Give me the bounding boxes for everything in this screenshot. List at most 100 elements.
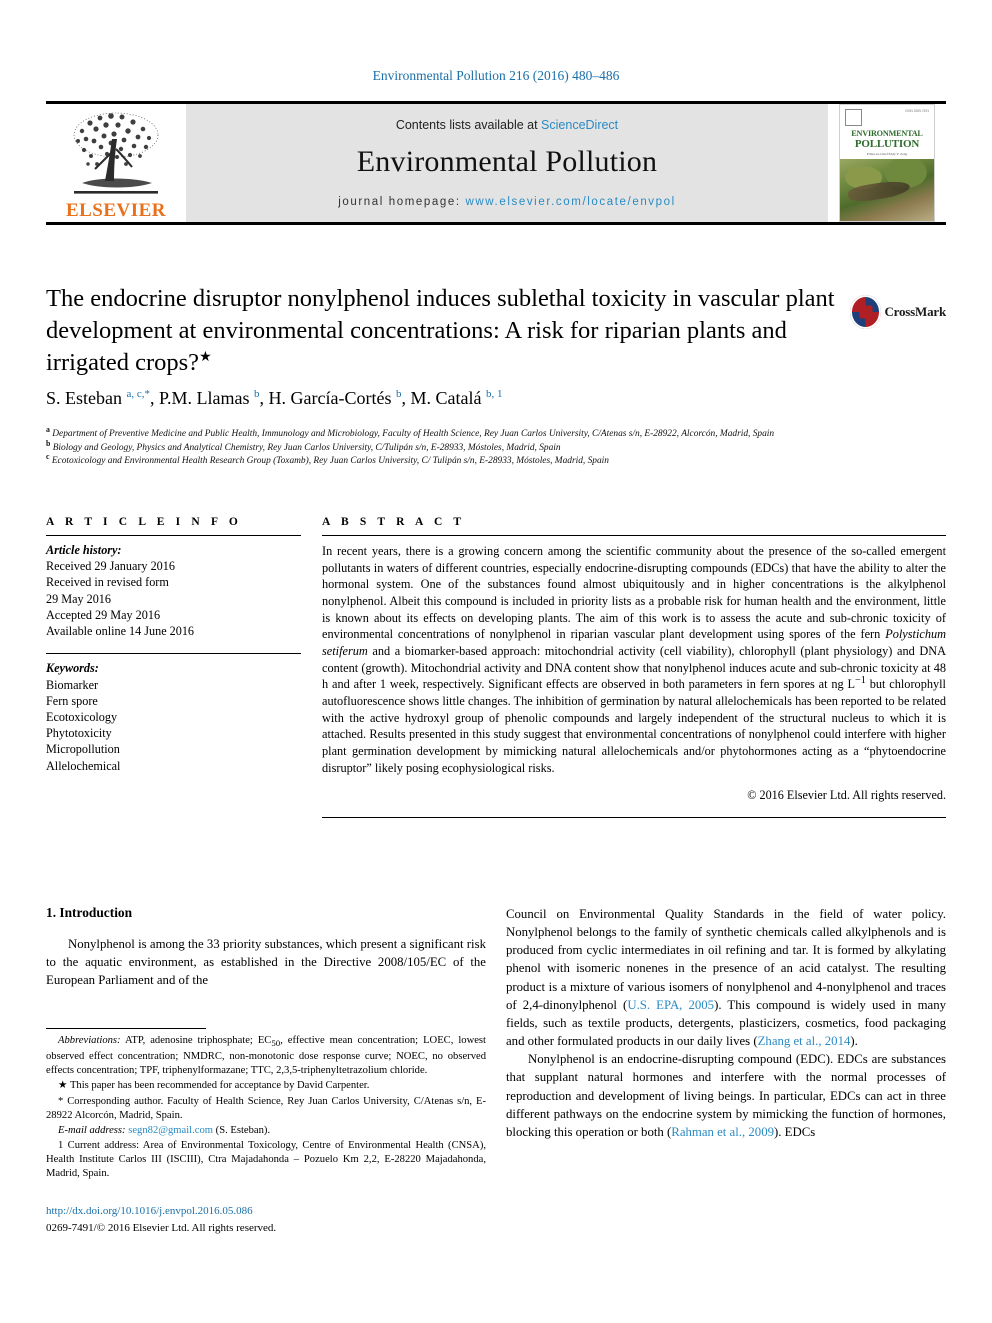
article-history-label: Article history: — [46, 543, 122, 557]
footnote-star-note: ★ This paper has been recommended for ac… — [58, 1080, 370, 1092]
abstract-panel: A B S T R A C T In recent years, there i… — [322, 516, 946, 819]
affiliation-item: c Ecotoxicology and Environmental Health… — [46, 452, 876, 469]
contents-prefix: Contents lists available at — [395, 118, 542, 132]
introduction-heading: 1. Introduction — [46, 905, 133, 920]
history-item: Accepted 29 May 2016 — [46, 607, 161, 622]
elsevier-logo: ELSEVIER — [46, 104, 186, 222]
article-title-marker: ★ — [199, 349, 212, 365]
article-info-panel: A R T I C L E I N F O Article history: R… — [46, 516, 301, 774]
body-left-column: 1. Introduction Nonylphenol is among the… — [46, 905, 486, 989]
contents-line: Contents lists available at ScienceDirec… — [396, 118, 618, 132]
introduction-paragraph-right-2: Nonylphenol is an endocrine-disrupting c… — [506, 1050, 946, 1141]
footnote-corresponding-author: * Corresponding author. Faculty of Healt… — [46, 1095, 486, 1121]
abstract-text: In recent years, there is a growing conc… — [322, 536, 946, 776]
keyword-item: Ecotoxicology — [46, 709, 118, 724]
introduction-paragraph-right-1: Council on Environmental Quality Standar… — [506, 905, 946, 1050]
journal-homepage-line: journal homepage: www.elsevier.com/locat… — [338, 196, 676, 208]
affiliation-text: Biology and Geology, Physics and Analyti… — [52, 442, 561, 453]
abstract-part-2: and a biomarker-based approach: mitochon… — [322, 643, 946, 692]
corresponding-marker[interactable]: * — [145, 388, 151, 400]
journal-title: Environmental Pollution — [356, 145, 658, 178]
keyword-item: Micropollution — [46, 742, 120, 757]
affiliation-marker: c — [46, 452, 50, 462]
journal-masthead: ELSEVIER Contents lists available at Sci… — [46, 101, 946, 225]
keywords-label: Keywords: — [46, 661, 99, 676]
article-title-text: The endocrine disruptor nonylphenol indu… — [46, 285, 835, 376]
abbreviations-label: Abbreviations: — [58, 1035, 121, 1046]
body-right-column: Council on Environmental Quality Standar… — [506, 905, 946, 1141]
footnote-block: Abbreviations: ATP, adenosine triphospha… — [46, 1028, 486, 1183]
author-affil-marker: b — [254, 388, 260, 400]
author-list: S. Esteban a, c,*, P.M. Llamas b, H. Gar… — [46, 388, 503, 408]
abstract-exponent: −1 — [855, 675, 866, 687]
keyword-item: Allelochemical — [46, 758, 121, 773]
author-affil-marker: b — [395, 388, 402, 400]
author-affil-marker: a, c, — [126, 388, 145, 400]
cover-subtitle: Editor-in-Chief Eddy Y. Zeng — [866, 152, 908, 157]
abstract-part-3: but chlorophyll autofluorescence shows l… — [322, 677, 946, 775]
title-block: The endocrine disruptor nonylphenol indu… — [46, 283, 946, 379]
affiliation-list: a Department of Preventive Medicine and … — [46, 424, 876, 469]
article-info-heading: A R T I C L E I N F O — [46, 516, 242, 528]
citation-link-zhang[interactable]: Zhang et al., 2014 — [758, 1034, 851, 1048]
crossmark-badge[interactable]: CrossMark — [850, 289, 946, 335]
footnote-rule — [46, 1028, 206, 1029]
footnote-current-address: 1 Current address: Area of Environmental… — [46, 1140, 486, 1180]
masthead-center: Contents lists available at ScienceDirec… — [186, 104, 828, 222]
article-page: Environmental Pollution 216 (2016) 480–4… — [0, 0, 992, 1323]
citation-link-us-epa[interactable]: U.S. EPA, 2005 — [627, 998, 714, 1012]
cover-photo — [840, 159, 934, 221]
cover-title-line2: POLLUTION — [854, 137, 920, 150]
footnote-abbreviations: Abbreviations: ATP, adenosine triphospha… — [46, 1034, 486, 1078]
history-item: Received in revised form — [46, 575, 169, 590]
citation-link-rahman[interactable]: Rahman et al., 2009 — [671, 1125, 774, 1139]
right-para2-b: ). EDCs — [774, 1124, 816, 1139]
issn-copyright-line: 0269-7491/© 2016 Elsevier Ltd. All right… — [46, 1221, 277, 1234]
history-item: 29 May 2016 — [46, 591, 111, 606]
homepage-label: journal homepage: — [338, 196, 466, 208]
elsevier-wordmark: ELSEVIER — [65, 200, 167, 221]
sciencedirect-link[interactable]: ScienceDirect — [541, 118, 618, 132]
introduction-paragraph-left: Nonylphenol is among the 33 priority sub… — [46, 937, 486, 988]
affiliation-text: Ecotoxicology and Environmental Health R… — [51, 456, 609, 467]
article-history-group: Article history: Received 29 January 201… — [46, 536, 301, 639]
keyword-item: Phytotoxicity — [46, 726, 112, 741]
footnote-email: E-mail address: segn82@gmail.com (S. Est… — [46, 1124, 486, 1138]
affiliation-item: a Department of Preventive Medicine and … — [46, 424, 876, 442]
affiliation-marker: a — [46, 424, 50, 434]
running-head: Environmental Pollution 216 (2016) 480–4… — [372, 68, 620, 83]
cover-corner-tag: ISSN 0269-7491 — [905, 109, 929, 113]
elsevier-tree-icon — [73, 112, 159, 194]
email-suffix: (S. Esteban). — [213, 1124, 271, 1136]
affiliation-item: b Biology and Geology, Physics and Analy… — [46, 438, 876, 456]
doi-link[interactable]: http://dx.doi.org/10.1016/j.envpol.2016.… — [46, 1203, 486, 1220]
abstract-bottom-rule — [322, 817, 946, 819]
abbreviations-subscript: 50 — [271, 1038, 281, 1049]
email-label: E-mail address: — [58, 1124, 126, 1136]
cover-elsevier-mark — [845, 109, 862, 126]
masthead-bottom-rule — [46, 222, 946, 225]
abstract-part-1: In recent years, there is a growing conc… — [322, 544, 946, 642]
affiliation-marker: b — [46, 438, 51, 448]
history-item: Available online 14 June 2016 — [46, 624, 195, 639]
email-link[interactable]: segn82@gmail.com — [128, 1125, 213, 1136]
keywords-group: Keywords: Biomarker Fern spore Ecotoxico… — [46, 654, 301, 774]
cover-title: ENVIRONMENTAL POLLUTION — [840, 129, 934, 150]
right-para1-c: ). — [850, 1034, 858, 1049]
abstract-copyright: © 2016 Elsevier Ltd. All rights reserved… — [747, 788, 946, 803]
crossmark-icon — [850, 295, 882, 329]
keyword-item: Biomarker — [46, 677, 99, 692]
abstract-heading: A B S T R A C T — [322, 516, 466, 528]
keyword-item: Fern spore — [46, 693, 98, 708]
article-title: The endocrine disruptor nonylphenol indu… — [46, 283, 846, 379]
abbreviations-part-a: ATP, adenosine triphosphate; EC — [120, 1035, 272, 1046]
crossmark-label: CrossMark — [884, 304, 946, 319]
right-para1-a: Council on Environmental Quality Standar… — [506, 907, 946, 1012]
author-affil-marker: b, 1 — [485, 388, 503, 400]
affiliation-text: Department of Preventive Medicine and Pu… — [52, 429, 775, 439]
journal-homepage-link[interactable]: www.elsevier.com/locate/envpol — [465, 196, 675, 208]
journal-cover-thumbnail: ISSN 0269-7491 ENVIRONMENTAL POLLUTION E… — [828, 104, 946, 222]
history-item: Received 29 January 2016 — [46, 559, 175, 574]
footer-meta: http://dx.doi.org/10.1016/j.envpol.2016.… — [46, 1203, 486, 1236]
